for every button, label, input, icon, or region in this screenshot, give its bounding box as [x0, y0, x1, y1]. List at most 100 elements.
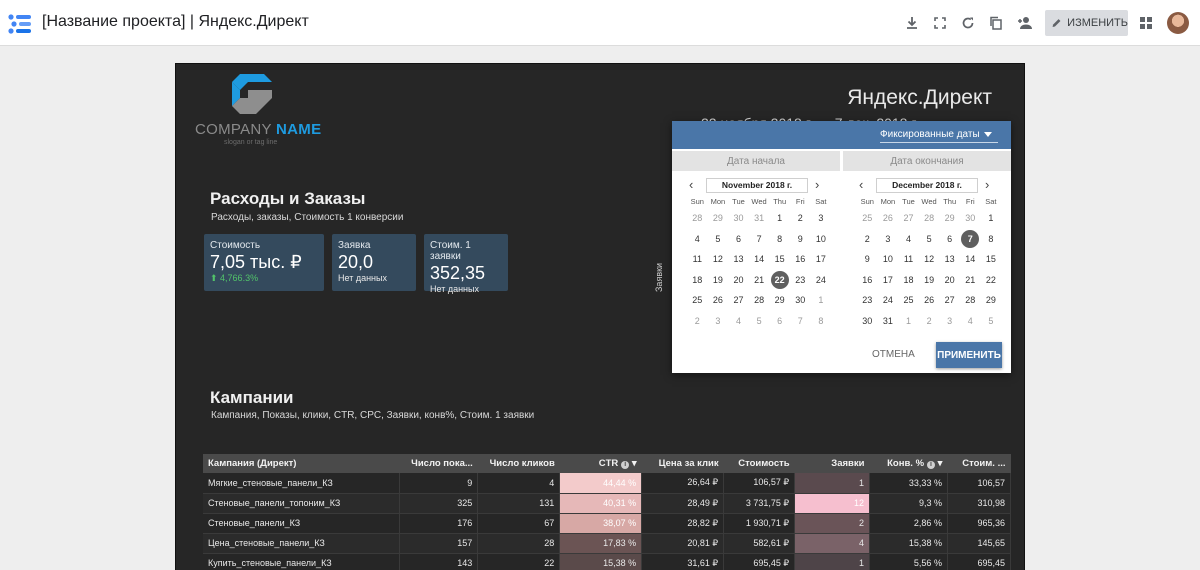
calendar-day[interactable]: 8 — [769, 229, 790, 250]
table-row[interactable]: Мягкие_стеновые_панели_КЗ 9 4 44,44 % 26,64 … — [203, 473, 1012, 494]
column-header-cost-per-lead[interactable]: Стоим. ... — [947, 454, 1011, 473]
calendar-day[interactable]: 20 — [728, 270, 749, 291]
calendar-day[interactable]: 2 — [919, 311, 940, 332]
calendar-day[interactable]: 2 — [857, 229, 878, 250]
calendar-day[interactable]: 16 — [790, 249, 811, 270]
calendar-day[interactable]: 4 — [960, 311, 981, 332]
column-header-conversion[interactable]: Конв. % i ▾ — [869, 454, 948, 473]
calendar-day[interactable]: 26 — [919, 290, 940, 311]
calendar-day[interactable]: 7 — [790, 311, 811, 332]
sort-desc-icon[interactable]: ▾ — [632, 458, 637, 469]
refresh-icon[interactable] — [958, 13, 978, 33]
calendar-day[interactable]: 30 — [960, 208, 981, 229]
calendar-day[interactable]: 3 — [708, 311, 729, 332]
calendar-day[interactable]: 28 — [960, 290, 981, 311]
apply-button[interactable]: ПРИМЕНИТЬ — [936, 342, 1002, 368]
kpi-leads[interactable]: Заявка 20,0 Нет данных — [332, 234, 416, 291]
calendar-day[interactable]: 21 — [749, 270, 770, 291]
calendar-day[interactable]: 28 — [749, 290, 770, 311]
table-row[interactable]: Купить_стеновые_панели_КЗ 143 22 15,38 % 31,… — [203, 553, 1012, 570]
copy-icon[interactable] — [986, 13, 1006, 33]
calendar-day[interactable]: 12 — [708, 249, 729, 270]
tab-start-date[interactable]: Дата начала — [672, 151, 840, 171]
calendar-day[interactable]: 21 — [960, 270, 981, 291]
column-header-leads[interactable]: Заявки — [794, 454, 870, 473]
chevron-left-icon[interactable]: ‹ — [859, 178, 863, 192]
info-icon[interactable]: i — [621, 461, 630, 469]
column-header-impressions[interactable]: Число пока... — [399, 454, 478, 473]
calendar-day[interactable]: 13 — [728, 249, 749, 270]
info-icon[interactable]: i — [927, 461, 936, 469]
calendar-day[interactable]: 3 — [878, 229, 899, 250]
calendar-day[interactable]: 3 — [939, 311, 960, 332]
fullscreen-icon[interactable] — [930, 13, 950, 33]
cancel-button[interactable]: ОТМЕНА — [872, 349, 915, 360]
calendar-day[interactable]: 28 — [919, 208, 940, 229]
calendar-day[interactable]: 12 — [919, 249, 940, 270]
calendar-day[interactable]: 19 — [708, 270, 729, 291]
calendar-day[interactable]: 23 — [857, 290, 878, 311]
calendar-day[interactable]: 7 — [960, 229, 981, 250]
sort-icon[interactable]: ▾ — [938, 458, 943, 469]
column-header-clicks[interactable]: Число кликов — [477, 454, 560, 473]
calendar-day[interactable]: 4 — [898, 229, 919, 250]
calendar-day[interactable]: 26 — [878, 208, 899, 229]
month-select[interactable]: December 2018 г. — [876, 178, 978, 193]
calendar-day[interactable]: 15 — [769, 249, 790, 270]
calendar-day[interactable]: 25 — [687, 290, 708, 311]
calendar-day[interactable]: 8 — [811, 311, 832, 332]
calendar-day[interactable]: 17 — [811, 249, 832, 270]
calendar-day[interactable]: 6 — [769, 311, 790, 332]
month-select[interactable]: November 2018 г. — [706, 178, 808, 193]
calendar-day[interactable]: 1 — [769, 208, 790, 229]
calendar-day[interactable]: 4 — [728, 311, 749, 332]
calendar-day[interactable]: 17 — [878, 270, 899, 291]
column-header-cpc[interactable]: Цена за клик — [641, 454, 724, 473]
calendar-day[interactable]: 30 — [857, 311, 878, 332]
calendar-day[interactable]: 5 — [708, 229, 729, 250]
calendar-day[interactable]: 31 — [749, 208, 770, 229]
calendar-day[interactable]: 3 — [811, 208, 832, 229]
calendar-day[interactable]: 8 — [981, 229, 1002, 250]
column-header-cost[interactable]: Стоимость — [723, 454, 795, 473]
chevron-left-icon[interactable]: ‹ — [689, 178, 693, 192]
calendar-day[interactable]: 18 — [687, 270, 708, 291]
calendar-day[interactable]: 27 — [728, 290, 749, 311]
calendar-day[interactable]: 14 — [749, 249, 770, 270]
calendar-day[interactable]: 15 — [981, 249, 1002, 270]
chevron-right-icon[interactable]: › — [815, 178, 819, 192]
calendar-day[interactable]: 25 — [857, 208, 878, 229]
calendar-day[interactable]: 1 — [898, 311, 919, 332]
calendar-day[interactable]: 11 — [898, 249, 919, 270]
calendar-day[interactable]: 10 — [811, 229, 832, 250]
calendar-day[interactable]: 22 — [769, 270, 790, 291]
calendar-day[interactable]: 7 — [749, 229, 770, 250]
calendar-day[interactable]: 31 — [878, 311, 899, 332]
calendar-day[interactable]: 11 — [687, 249, 708, 270]
calendar-day[interactable]: 9 — [857, 249, 878, 270]
calendar-day[interactable]: 30 — [790, 290, 811, 311]
calendar-day[interactable]: 5 — [749, 311, 770, 332]
calendar-day[interactable]: 4 — [687, 229, 708, 250]
calendar-day[interactable]: 2 — [790, 208, 811, 229]
apps-grid-icon[interactable] — [1136, 13, 1156, 33]
calendar-day[interactable]: 2 — [687, 311, 708, 332]
calendar-day[interactable]: 27 — [898, 208, 919, 229]
calendar-day[interactable]: 24 — [811, 270, 832, 291]
calendar-day[interactable]: 30 — [728, 208, 749, 229]
tab-end-date[interactable]: Дата окончания — [843, 151, 1011, 171]
calendar-day[interactable]: 27 — [939, 290, 960, 311]
calendar-day[interactable]: 1 — [811, 290, 832, 311]
calendar-day[interactable]: 6 — [728, 229, 749, 250]
calendar-day[interactable]: 16 — [857, 270, 878, 291]
calendar-day[interactable]: 19 — [919, 270, 940, 291]
kpi-cost[interactable]: Стоимость 7,05 тыс. ₽ ⬆ 4,766.3% — [204, 234, 324, 291]
document-title[interactable]: [Название проекта] | Яндекс.Директ — [42, 13, 309, 31]
calendar-day[interactable]: 29 — [939, 208, 960, 229]
data-studio-logo-icon[interactable] — [8, 14, 32, 34]
calendar-day[interactable]: 5 — [981, 311, 1002, 332]
column-header-campaign[interactable]: Кампания (Директ) — [203, 454, 400, 473]
chevron-right-icon[interactable]: › — [985, 178, 989, 192]
calendar-day[interactable]: 22 — [981, 270, 1002, 291]
calendar-day[interactable]: 10 — [878, 249, 899, 270]
